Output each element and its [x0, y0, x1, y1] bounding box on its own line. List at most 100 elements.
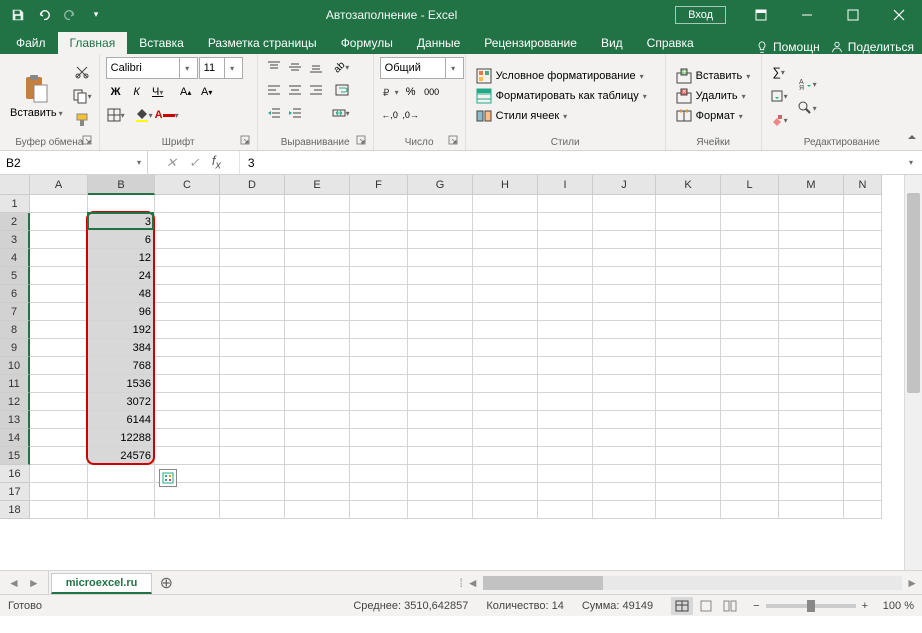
cell[interactable] [844, 393, 882, 411]
column-header[interactable]: C [155, 175, 220, 195]
cell[interactable] [350, 393, 408, 411]
cell[interactable] [285, 429, 350, 447]
cell[interactable] [30, 213, 88, 231]
column-header[interactable]: B [88, 175, 155, 195]
cell[interactable] [656, 429, 721, 447]
cell[interactable] [593, 213, 656, 231]
cell[interactable] [538, 447, 593, 465]
cell[interactable] [473, 411, 538, 429]
cell[interactable] [350, 213, 408, 231]
cell[interactable] [155, 339, 220, 357]
cell[interactable] [473, 195, 538, 213]
cell[interactable] [656, 357, 721, 375]
align-middle-icon[interactable] [285, 57, 305, 77]
cell[interactable] [656, 393, 721, 411]
cell[interactable] [593, 195, 656, 213]
cell[interactable] [350, 411, 408, 429]
expand-formulabar-icon[interactable]: ▾ [900, 151, 922, 174]
autosum-icon[interactable]: ∑▾ [768, 61, 790, 83]
cell[interactable] [30, 285, 88, 303]
bold-button[interactable]: Ж [106, 82, 126, 102]
cell[interactable] [538, 339, 593, 357]
cell[interactable] [30, 321, 88, 339]
decrease-indent-icon[interactable] [264, 103, 284, 123]
cell[interactable] [721, 447, 779, 465]
cell[interactable] [656, 285, 721, 303]
row-header[interactable]: 8 [0, 321, 30, 339]
cell[interactable] [408, 267, 473, 285]
cell[interactable] [721, 213, 779, 231]
cell[interactable] [593, 321, 656, 339]
cell[interactable] [155, 429, 220, 447]
cell[interactable] [844, 465, 882, 483]
cell[interactable] [30, 483, 88, 501]
cell[interactable] [656, 195, 721, 213]
cell[interactable] [473, 267, 538, 285]
cell[interactable] [350, 231, 408, 249]
cell[interactable] [779, 447, 844, 465]
cell[interactable] [593, 249, 656, 267]
cell[interactable] [220, 303, 285, 321]
italic-button[interactable]: К [127, 82, 147, 102]
cell[interactable] [721, 285, 779, 303]
cell[interactable] [844, 213, 882, 231]
fx-icon[interactable]: fx [212, 153, 221, 172]
cell[interactable] [285, 213, 350, 231]
view-page-break-icon[interactable] [719, 597, 741, 615]
cell[interactable] [408, 321, 473, 339]
number-launcher-icon[interactable] [447, 135, 459, 147]
zoom-slider[interactable] [766, 604, 856, 608]
ribbon-options-icon[interactable] [738, 0, 784, 29]
tab-insert[interactable]: Вставка [127, 32, 196, 54]
cell[interactable] [350, 339, 408, 357]
increase-decimal-icon[interactable]: ←,0 [380, 105, 400, 125]
cut-icon[interactable] [71, 61, 93, 83]
sheet-nav-prev-icon[interactable]: ◄ [8, 576, 20, 590]
cell[interactable]: 96 [88, 303, 155, 321]
cell[interactable] [473, 321, 538, 339]
merge-center-icon[interactable]: ▾ [331, 103, 351, 123]
align-center-icon[interactable] [285, 80, 305, 100]
cell[interactable] [155, 321, 220, 339]
cell[interactable] [473, 285, 538, 303]
cell[interactable] [721, 411, 779, 429]
cell[interactable] [473, 249, 538, 267]
cell[interactable] [473, 393, 538, 411]
row-header[interactable]: 5 [0, 267, 30, 285]
cell[interactable] [220, 483, 285, 501]
increase-indent-icon[interactable] [285, 103, 305, 123]
cell[interactable] [220, 195, 285, 213]
signin-button[interactable]: Вход [675, 6, 726, 24]
cell[interactable] [408, 411, 473, 429]
tab-pagelayout[interactable]: Разметка страницы [196, 32, 329, 54]
cell[interactable] [155, 411, 220, 429]
cell[interactable] [350, 501, 408, 519]
cell[interactable] [408, 303, 473, 321]
cell[interactable] [473, 231, 538, 249]
cell[interactable] [593, 501, 656, 519]
cell[interactable] [538, 195, 593, 213]
clipboard-launcher-icon[interactable] [81, 135, 93, 147]
cell[interactable] [593, 429, 656, 447]
fill-icon[interactable]: ▾ [768, 85, 790, 107]
align-left-icon[interactable] [264, 80, 284, 100]
cell[interactable]: 48 [88, 285, 155, 303]
cell[interactable] [538, 429, 593, 447]
paste-button[interactable]: Вставить▾ [6, 57, 67, 135]
cell[interactable] [285, 411, 350, 429]
sheet-tab[interactable]: microexcel.ru [51, 573, 153, 594]
cell[interactable] [538, 375, 593, 393]
cell[interactable] [285, 465, 350, 483]
cell[interactable] [593, 339, 656, 357]
column-header[interactable]: N [844, 175, 882, 195]
font-size-combo[interactable]: ▾ [199, 57, 243, 79]
cell[interactable] [779, 285, 844, 303]
cell[interactable] [408, 339, 473, 357]
cell[interactable] [408, 249, 473, 267]
column-header[interactable]: K [656, 175, 721, 195]
cell[interactable] [408, 231, 473, 249]
cell[interactable] [30, 375, 88, 393]
cell[interactable] [285, 501, 350, 519]
percent-format-icon[interactable]: % [401, 82, 421, 102]
cell[interactable] [721, 429, 779, 447]
